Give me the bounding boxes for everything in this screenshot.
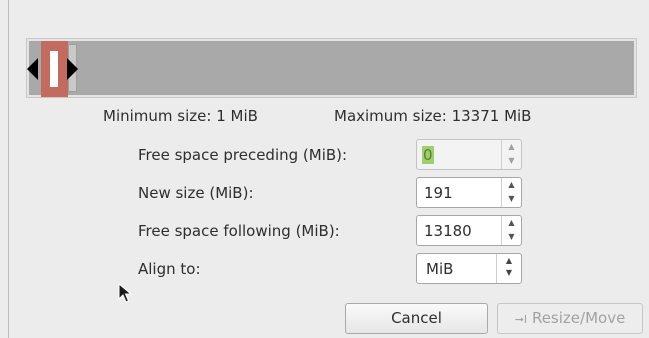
combo-arrows: ▲ ▼ (496, 254, 521, 283)
free-space-preceding-value[interactable]: 0 (422, 146, 434, 164)
minimum-size-label: Minimum size: 1 MiB (103, 107, 258, 125)
partition-used-indicator (50, 51, 58, 87)
resize-move-label: Resize/Move (531, 309, 626, 327)
decrement-icon[interactable]: ▼ (502, 154, 521, 168)
decrement-icon[interactable]: ▼ (502, 192, 521, 206)
chevron-down-icon: ▼ (505, 268, 513, 277)
spinner-buttons: ▲ ▼ (501, 140, 521, 169)
chevron-up-icon: ▲ (505, 256, 513, 265)
maximum-size-label: Maximum size: 13371 MiB (334, 107, 532, 125)
increment-icon[interactable]: ▲ (502, 216, 521, 230)
increment-icon[interactable]: ▲ (502, 178, 521, 192)
cancel-button[interactable]: Cancel (345, 303, 488, 334)
free-space-preceding-label: Free space preceding (MiB): (138, 146, 348, 164)
align-to-value: MiB (426, 260, 454, 278)
resize-handle-left-icon[interactable] (27, 58, 38, 80)
resize-handle-right-icon[interactable] (67, 58, 78, 80)
free-space-preceding-spinner[interactable]: 0 ▲ ▼ (416, 139, 522, 170)
free-space-following-spinner[interactable]: 13180 ▲ ▼ (416, 215, 522, 246)
align-to-combobox[interactable]: MiB ▲ ▼ (416, 253, 522, 284)
resize-move-button[interactable]: ➞I Resize/Move (497, 303, 643, 334)
spinner-buttons: ▲ ▼ (501, 216, 521, 245)
resize-move-dialog: Minimum size: 1 MiB Maximum size: 13371 … (8, 0, 649, 338)
new-size-spinner[interactable]: 191 ▲ ▼ (416, 177, 522, 208)
unallocated-space (29, 41, 634, 97)
new-size-value[interactable]: 191 (424, 184, 453, 202)
increment-icon[interactable]: ▲ (502, 140, 521, 154)
new-size-label: New size (MiB): (138, 184, 254, 202)
mouse-pointer-icon (118, 283, 133, 303)
partition-graphic[interactable] (26, 38, 637, 98)
spinner-buttons: ▲ ▼ (501, 178, 521, 207)
align-to-label: Align to: (138, 260, 201, 278)
decrement-icon[interactable]: ▼ (502, 230, 521, 244)
free-space-following-label: Free space following (MiB): (138, 222, 340, 240)
partition-block[interactable] (41, 41, 68, 97)
free-space-following-value[interactable]: 13180 (424, 222, 472, 240)
resize-move-icon: ➞I (514, 313, 528, 326)
